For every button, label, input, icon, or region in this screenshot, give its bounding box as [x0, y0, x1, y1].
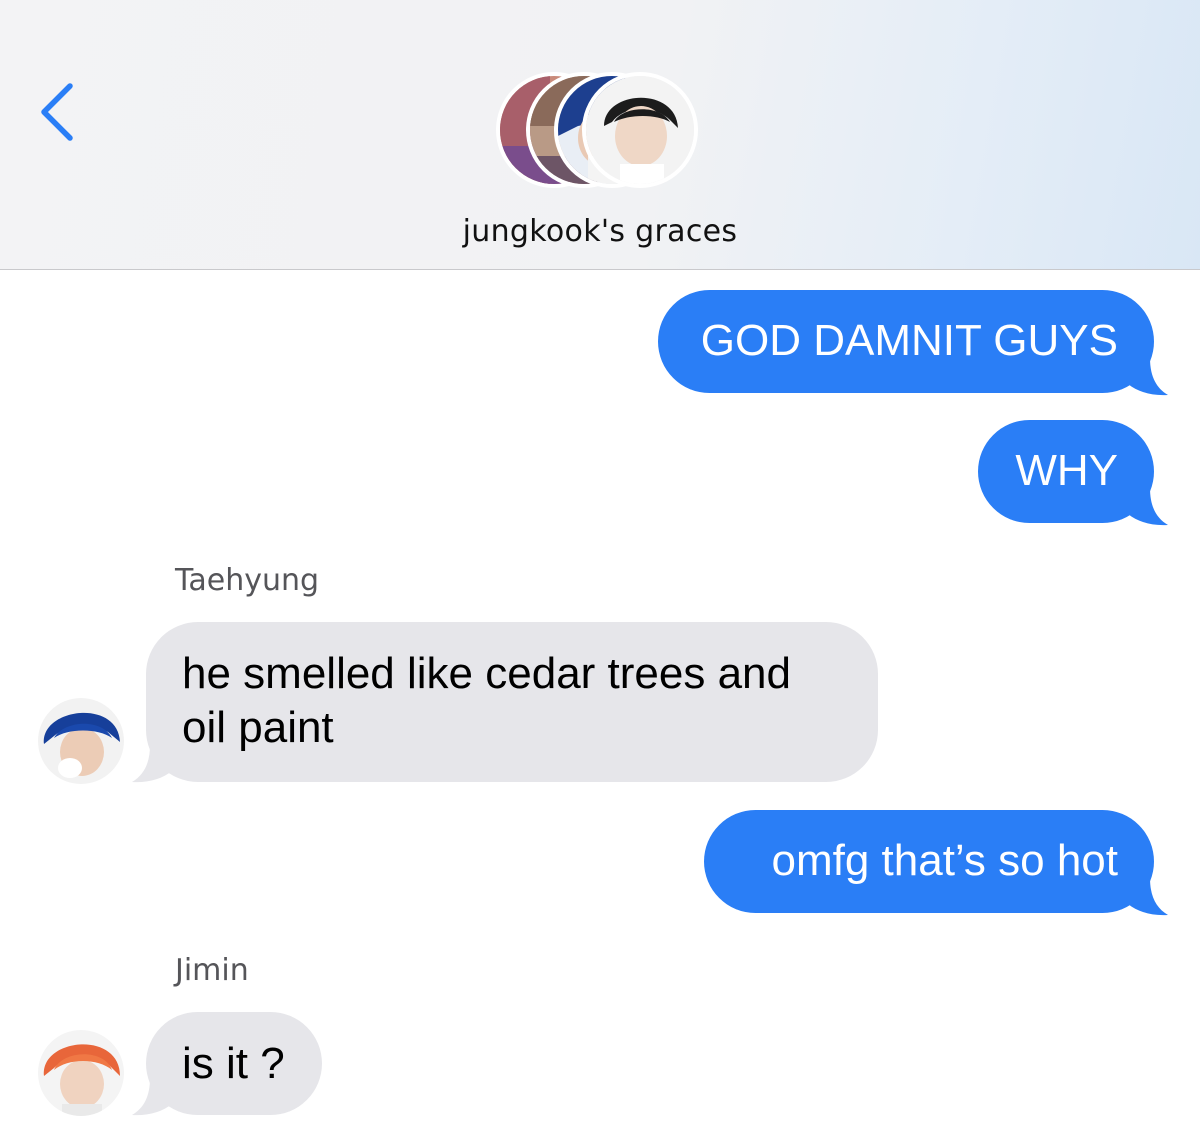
message-text: GOD DAMNIT GUYS [700, 316, 1118, 365]
back-button[interactable] [30, 76, 90, 146]
chat-header: jungkook's graces [0, 0, 1200, 270]
sender-name: Taehyung [175, 563, 320, 598]
bubble-tail [132, 1078, 172, 1116]
bubble-tail [1128, 358, 1168, 396]
chevron-left-icon [41, 83, 73, 141]
outgoing-message-bubble[interactable]: GOD DAMNIT GUYS [658, 290, 1154, 393]
group-avatar-stack[interactable] [496, 72, 706, 196]
sender-name: Jimin [175, 953, 249, 988]
message-text: WHY [1015, 446, 1118, 495]
message-text-line: he smelled like cedar trees and [182, 649, 791, 698]
group-name[interactable]: jungkook's graces [0, 214, 1200, 249]
sender-avatar[interactable] [38, 698, 124, 784]
message-text: omfg that’s so hot [771, 836, 1119, 885]
outgoing-message-bubble[interactable]: omfg that’s so hot [704, 810, 1154, 913]
bubble-tail [1128, 488, 1168, 526]
bubble-tail [1128, 878, 1168, 916]
sender-avatar[interactable] [38, 1030, 124, 1116]
message-text-line: oil paint [182, 703, 334, 752]
incoming-message-bubble[interactable]: is it ? [146, 1012, 322, 1115]
bubble-tail [132, 745, 172, 783]
group-member-avatar-4 [582, 72, 698, 188]
incoming-message-bubble[interactable]: he smelled like cedar trees and oil pain… [146, 622, 878, 782]
message-text: is it ? [182, 1039, 285, 1088]
